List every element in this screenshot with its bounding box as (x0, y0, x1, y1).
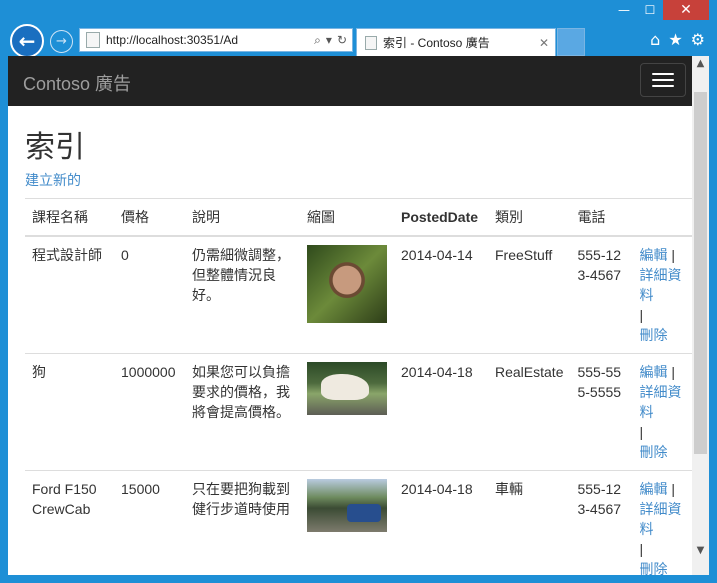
cell-actions: 編輯 | 詳細資料 | 刪除 (632, 470, 692, 575)
column-header-price: 價格 (114, 198, 185, 237)
address-bar[interactable]: http://localhost:30351/Ad ⌕ ▾ ↻ (79, 28, 353, 52)
edit-link[interactable]: 編輯 (639, 481, 667, 497)
scroll-thumb[interactable] (694, 92, 707, 454)
page-icon (86, 32, 100, 48)
favorites-star-icon[interactable]: ★ (668, 30, 682, 49)
home-icon[interactable]: ⌂ (650, 30, 660, 49)
vertical-scrollbar[interactable]: ▲ ▼ (692, 56, 709, 575)
separator: | (639, 307, 644, 323)
delete-link[interactable]: 刪除 (639, 444, 667, 460)
cell-price: 15000 (114, 470, 185, 575)
details-link[interactable]: 詳細資料 (639, 267, 681, 303)
table-row: 程式設計師 0 仍需細微調整，但整體情況良好。 2014-04-14 FreeS… (25, 235, 692, 354)
cell-title: Ford F150 CrewCab (25, 470, 114, 575)
browser-icons: ⌂ ★ ⚙ (650, 30, 705, 49)
settings-gear-icon[interactable]: ⚙ (691, 30, 705, 49)
column-header-phone: 電話 (570, 198, 633, 237)
column-header-title: 課程名稱 (25, 198, 114, 237)
cell-category: RealEstate (488, 353, 571, 471)
site-navbar: Contoso 廣告 (8, 56, 692, 106)
browser-window: — ☐ ✕ ← → http://localhost:30351/Ad ⌕ ▾ … (0, 0, 717, 583)
cell-actions: 編輯 | 詳細資料 | 刪除 (632, 353, 692, 471)
cell-posted-date: 2014-04-18 (394, 353, 488, 471)
brand-link[interactable]: Contoso 廣告 (23, 70, 131, 96)
cell-phone: 555-123-4567 (570, 235, 633, 354)
browser-toolbar: ← → http://localhost:30351/Ad ⌕ ▾ ↻ 索引 -… (0, 22, 717, 58)
dropdown-icon[interactable]: ▾ (326, 33, 332, 47)
tab-title: 索引 - Contoso 廣告 (383, 36, 490, 50)
table-row: Ford F150 CrewCab 15000 只在要把狗載到健行步道時使用 2… (25, 470, 692, 575)
back-arrow-icon[interactable]: ← (10, 24, 44, 58)
close-window-button[interactable]: ✕ (663, 0, 709, 20)
cell-price: 0 (114, 235, 185, 354)
column-header-category: 類別 (488, 198, 571, 237)
separator: | (639, 424, 644, 440)
refresh-icon[interactable]: ↻ (337, 33, 347, 47)
hamburger-bar (652, 73, 674, 75)
column-header-description: 說明 (185, 198, 300, 237)
page-viewport: Contoso 廣告 索引 建立新的 課程名稱 價格 說明 縮圖 PostedD… (8, 56, 709, 575)
table-row: 狗 1000000 如果您可以負擔要求的價格，我將會提高價格。 2014-04-… (25, 353, 692, 471)
cell-description: 仍需細微調整，但整體情況良好。 (185, 235, 300, 354)
cell-description: 如果您可以負擔要求的價格，我將會提高價格。 (185, 353, 300, 471)
edit-link[interactable]: 編輯 (639, 364, 667, 380)
scroll-down-icon[interactable]: ▼ (692, 545, 709, 561)
tab-close-icon[interactable]: ✕ (539, 36, 549, 50)
delete-link[interactable]: 刪除 (639, 327, 667, 343)
cell-title: 狗 (25, 353, 114, 471)
details-link[interactable]: 詳細資料 (639, 501, 681, 537)
forward-arrow-icon[interactable]: → (50, 30, 73, 53)
ads-table: 課程名稱 價格 說明 縮圖 PostedDate 類別 電話 程式設計師 0 仍… (25, 198, 692, 575)
column-header-actions (632, 198, 692, 237)
cell-posted-date: 2014-04-14 (394, 235, 488, 354)
cell-actions: 編輯 | 詳細資料 | 刪除 (632, 235, 692, 354)
thumbnail-image-truck (307, 479, 387, 532)
column-header-thumbnail: 縮圖 (300, 198, 394, 237)
cell-thumbnail (300, 235, 394, 354)
thumbnail-image-dog (307, 362, 387, 415)
tab-page-icon (365, 35, 377, 50)
browser-tab[interactable]: 索引 - Contoso 廣告 ✕ (356, 28, 556, 56)
cell-description: 只在要把狗載到健行步道時使用 (185, 470, 300, 575)
new-tab-button[interactable] (557, 28, 585, 56)
cell-posted-date: 2014-04-18 (394, 470, 488, 575)
separator: | (667, 364, 676, 380)
page-title: 索引 (25, 131, 85, 164)
address-url[interactable]: http://localhost:30351/Ad (106, 33, 314, 47)
edit-link[interactable]: 編輯 (639, 247, 667, 263)
delete-link[interactable]: 刪除 (639, 561, 667, 575)
table-header-row: 課程名稱 價格 說明 縮圖 PostedDate 類別 電話 (25, 198, 692, 237)
hamburger-bar (652, 79, 674, 81)
window-controls: — ☐ ✕ (611, 0, 709, 20)
menu-toggle-button[interactable] (640, 63, 686, 97)
cell-title: 程式設計師 (25, 235, 114, 354)
cell-phone: 555-555-5555 (570, 353, 633, 471)
hamburger-bar (652, 85, 674, 87)
column-header-posted-date[interactable]: PostedDate (394, 198, 488, 237)
cell-category: FreeStuff (488, 235, 571, 354)
cell-phone: 555-123-4567 (570, 470, 633, 575)
minimize-button[interactable]: — (611, 0, 637, 20)
separator: | (667, 481, 676, 497)
cell-category: 車輛 (488, 470, 571, 575)
separator: | (639, 541, 644, 557)
search-icon[interactable]: ⌕ (314, 33, 321, 48)
separator: | (667, 247, 676, 263)
details-link[interactable]: 詳細資料 (639, 384, 681, 420)
cell-thumbnail (300, 353, 394, 471)
create-new-link[interactable]: 建立新的 (25, 170, 81, 190)
cell-price: 1000000 (114, 353, 185, 471)
cell-thumbnail (300, 470, 394, 575)
maximize-button[interactable]: ☐ (637, 0, 663, 20)
thumbnail-image-man (307, 245, 387, 323)
scroll-up-icon[interactable]: ▲ (692, 58, 709, 74)
